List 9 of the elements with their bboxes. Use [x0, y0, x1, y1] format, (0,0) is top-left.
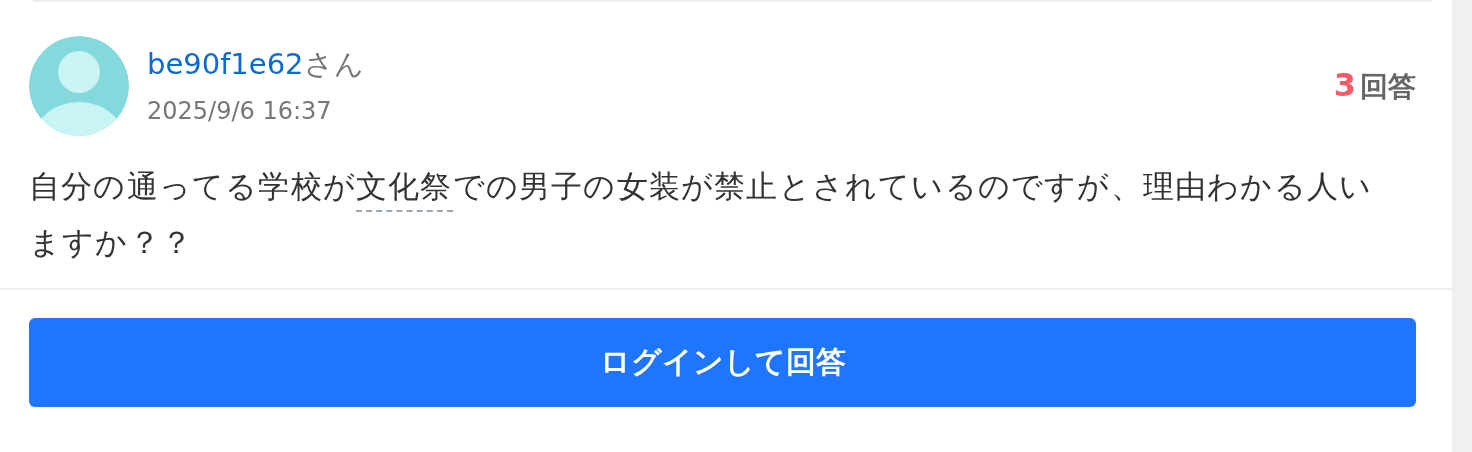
username-link[interactable]: be90f1e62 [147, 47, 304, 81]
keyword-link[interactable]: 文化祭 [356, 168, 453, 212]
answer-label: 回答 [1360, 69, 1416, 105]
honorific: さん [303, 47, 364, 81]
question-text: 自分の通ってる学校が文化祭での男子の女装が禁止とされているのですが、理由わかる人いますか？？ [29, 167, 1374, 262]
login-answer-button[interactable]: ログインして回答 [29, 318, 1416, 407]
answer-count: 3 [1333, 66, 1356, 104]
avatar-icon [29, 36, 129, 136]
post-date: 2025/9/6 16:37 [147, 96, 333, 126]
